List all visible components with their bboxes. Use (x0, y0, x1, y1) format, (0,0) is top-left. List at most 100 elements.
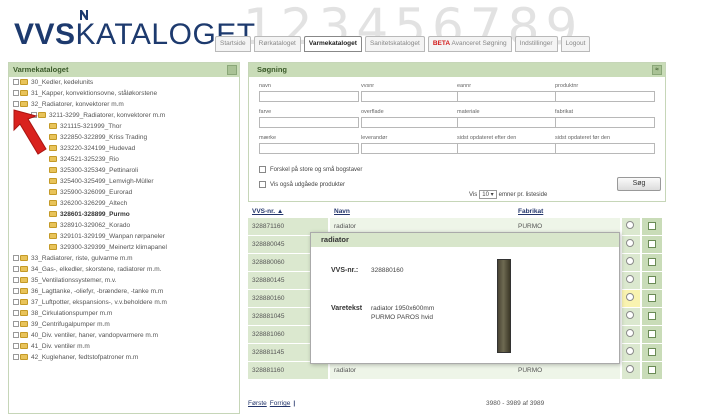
expand-toggle-icon[interactable] (13, 310, 19, 317)
select-product-button[interactable] (642, 326, 662, 343)
farve-input[interactable] (259, 117, 359, 128)
tree-item[interactable]: 32_Radiatorer, konvektorer m.m (9, 99, 239, 110)
select-product-button[interactable] (642, 218, 662, 235)
tree-item[interactable]: 41_Div. ventiler m.m (9, 341, 239, 352)
updated-after-input[interactable] (457, 143, 557, 154)
tab-sanitetskataloget[interactable]: Sanitetskataloget (364, 36, 425, 52)
view-product-button[interactable] (622, 218, 640, 235)
checkbox-icon (648, 312, 656, 320)
tab-varmekataloget[interactable]: Varmekataloget (303, 36, 362, 52)
expand-toggle-icon[interactable] (13, 354, 19, 361)
tree-item-label: 42_Kuglehaner, fedtstofpatroner m.m (31, 354, 139, 361)
select-product-button[interactable] (642, 344, 662, 361)
view-product-button[interactable] (622, 344, 640, 361)
per-page-select[interactable]: 10 ▾ (479, 190, 497, 199)
tree-item[interactable]: 39_Centrifugalpumper m.m (9, 319, 239, 330)
tree-item[interactable]: 38_Cirkulationspumper m.m (9, 308, 239, 319)
view-product-button[interactable] (622, 290, 640, 307)
tree-item[interactable]: 33_Radiatorer, riste, gulvarme m.m (9, 253, 239, 264)
tab-startside[interactable]: Startside (215, 36, 251, 52)
tab-logout[interactable]: Logout (560, 36, 591, 52)
expand-toggle-icon[interactable] (13, 321, 19, 328)
select-product-button[interactable] (642, 272, 662, 289)
expand-toggle-icon[interactable] (13, 255, 19, 262)
materiale-input[interactable] (457, 117, 557, 128)
select-product-button[interactable] (642, 308, 662, 325)
expand-toggle-icon[interactable] (13, 266, 19, 273)
expand-toggle-icon[interactable] (13, 277, 19, 284)
expand-toggle-icon[interactable] (13, 101, 19, 108)
tab-indstillinger[interactable]: Indstillinger (514, 36, 558, 52)
checkbox-icon (648, 276, 656, 284)
expand-toggle-icon[interactable] (13, 343, 19, 350)
tree-item[interactable]: 328601-328899_Purmo (9, 209, 239, 220)
tree-item[interactable]: 325400-325499_Lemvigh-Müller (9, 176, 239, 187)
select-product-button[interactable] (642, 290, 662, 307)
tree-item[interactable]: 36_Lagttanke, -oliefyr, -brændere, -tank… (9, 286, 239, 297)
view-product-button[interactable] (622, 272, 640, 289)
tree-item[interactable]: 321115-321999_Thor (9, 121, 239, 132)
tree-item[interactable]: 42_Kuglehaner, fedtstofpatroner m.m (9, 352, 239, 363)
tab-avanceret-soegning[interactable]: BETA Avanceret Søgning (427, 36, 512, 52)
tree-item[interactable]: 322850-322899_Kriss Trading (9, 132, 239, 143)
tree-item[interactable]: 328910-329062_Korado (9, 220, 239, 231)
column-vvs-nr[interactable]: VVS-nr. ▲ (252, 208, 283, 215)
tree-item[interactable]: 34_Gas-, elkedler, skorstene, radiatorer… (9, 264, 239, 275)
column-fabrikat[interactable]: Fabrikat (518, 208, 543, 215)
tree-item[interactable]: 37_Luftpotter, ekspansions-, v.v.beholde… (9, 297, 239, 308)
eannr-input[interactable] (457, 91, 557, 102)
select-product-button[interactable] (642, 254, 662, 271)
show-expired-checkbox[interactable] (259, 181, 266, 188)
field-label: navn (259, 83, 271, 89)
view-product-button[interactable] (622, 308, 640, 325)
leverandoer-input[interactable] (361, 143, 461, 154)
show-expired-option: Vis også udgåede produkter (259, 181, 345, 188)
tab-roerkataloget[interactable]: Rørkataloget (253, 36, 301, 52)
search-field-produktnr: produktnr (555, 83, 655, 102)
cell-vvs-nr[interactable]: 328881160 (248, 362, 328, 379)
folder-icon (49, 211, 57, 218)
table-row[interactable]: 328881160 radiator PURMO (248, 362, 666, 380)
column-navn[interactable]: Navn (334, 208, 350, 215)
tree-item[interactable]: 30_Kedler, kedelunits (9, 77, 239, 88)
tree-item[interactable]: 40_Div. ventiler, haner, vandopvarmere m… (9, 330, 239, 341)
expand-toggle-icon[interactable] (13, 299, 19, 306)
tree-item[interactable]: 3211-3299_Radiatorer, konvektorer m.m (9, 110, 239, 121)
expand-toggle-icon[interactable] (13, 90, 19, 97)
view-product-button[interactable] (622, 254, 640, 271)
tree-item-label: 325400-325499_Lemvigh-Müller (60, 178, 154, 185)
updated-before-input[interactable] (555, 143, 655, 154)
select-product-button[interactable] (642, 236, 662, 253)
sidebar-collapse-button[interactable] (227, 65, 237, 75)
view-product-button[interactable] (622, 326, 640, 343)
field-label: farve (259, 109, 272, 115)
tree-item[interactable]: 323220-324199_Hudevad (9, 143, 239, 154)
expand-toggle-icon[interactable] (13, 288, 19, 295)
expand-toggle-icon[interactable] (13, 79, 19, 86)
select-product-button[interactable] (642, 362, 662, 379)
first-page-link[interactable]: Første (248, 400, 267, 407)
overflade-input[interactable] (361, 117, 461, 128)
tree-item[interactable]: 329101-329199_Wanpan rørpaneler (9, 231, 239, 242)
tree-item[interactable]: 326200-326299_Altech (9, 198, 239, 209)
maerke-input[interactable] (259, 143, 359, 154)
search-collapse-button[interactable]: ≈ (652, 65, 662, 75)
navn-input[interactable] (259, 91, 359, 102)
expand-toggle-icon[interactable] (13, 332, 19, 339)
search-button[interactable]: Søg (617, 177, 661, 191)
tree-item[interactable]: 35_Ventilationssystemer, m.v. (9, 275, 239, 286)
fabrikat-input[interactable] (555, 117, 655, 128)
tree-item[interactable]: 329300-329399_Meinertz klimapanel (9, 242, 239, 253)
tree-item[interactable]: 31_Kapper, konvektionsovne, ståløkorsten… (9, 88, 239, 99)
prev-page-link[interactable]: Forrige (270, 400, 291, 407)
tree-item[interactable]: 324521-325239_Rio (9, 154, 239, 165)
case-sensitive-checkbox[interactable] (259, 166, 266, 173)
view-product-button[interactable] (622, 236, 640, 253)
tree-item[interactable]: 325300-325349_Pettinaroli (9, 165, 239, 176)
expand-toggle-icon[interactable] (31, 112, 37, 119)
checkbox-icon (648, 294, 656, 302)
produktnr-input[interactable] (555, 91, 655, 102)
vvsnr-input[interactable] (361, 91, 461, 102)
view-product-button[interactable] (622, 362, 640, 379)
tree-item[interactable]: 325900-326099_Eurorad (9, 187, 239, 198)
